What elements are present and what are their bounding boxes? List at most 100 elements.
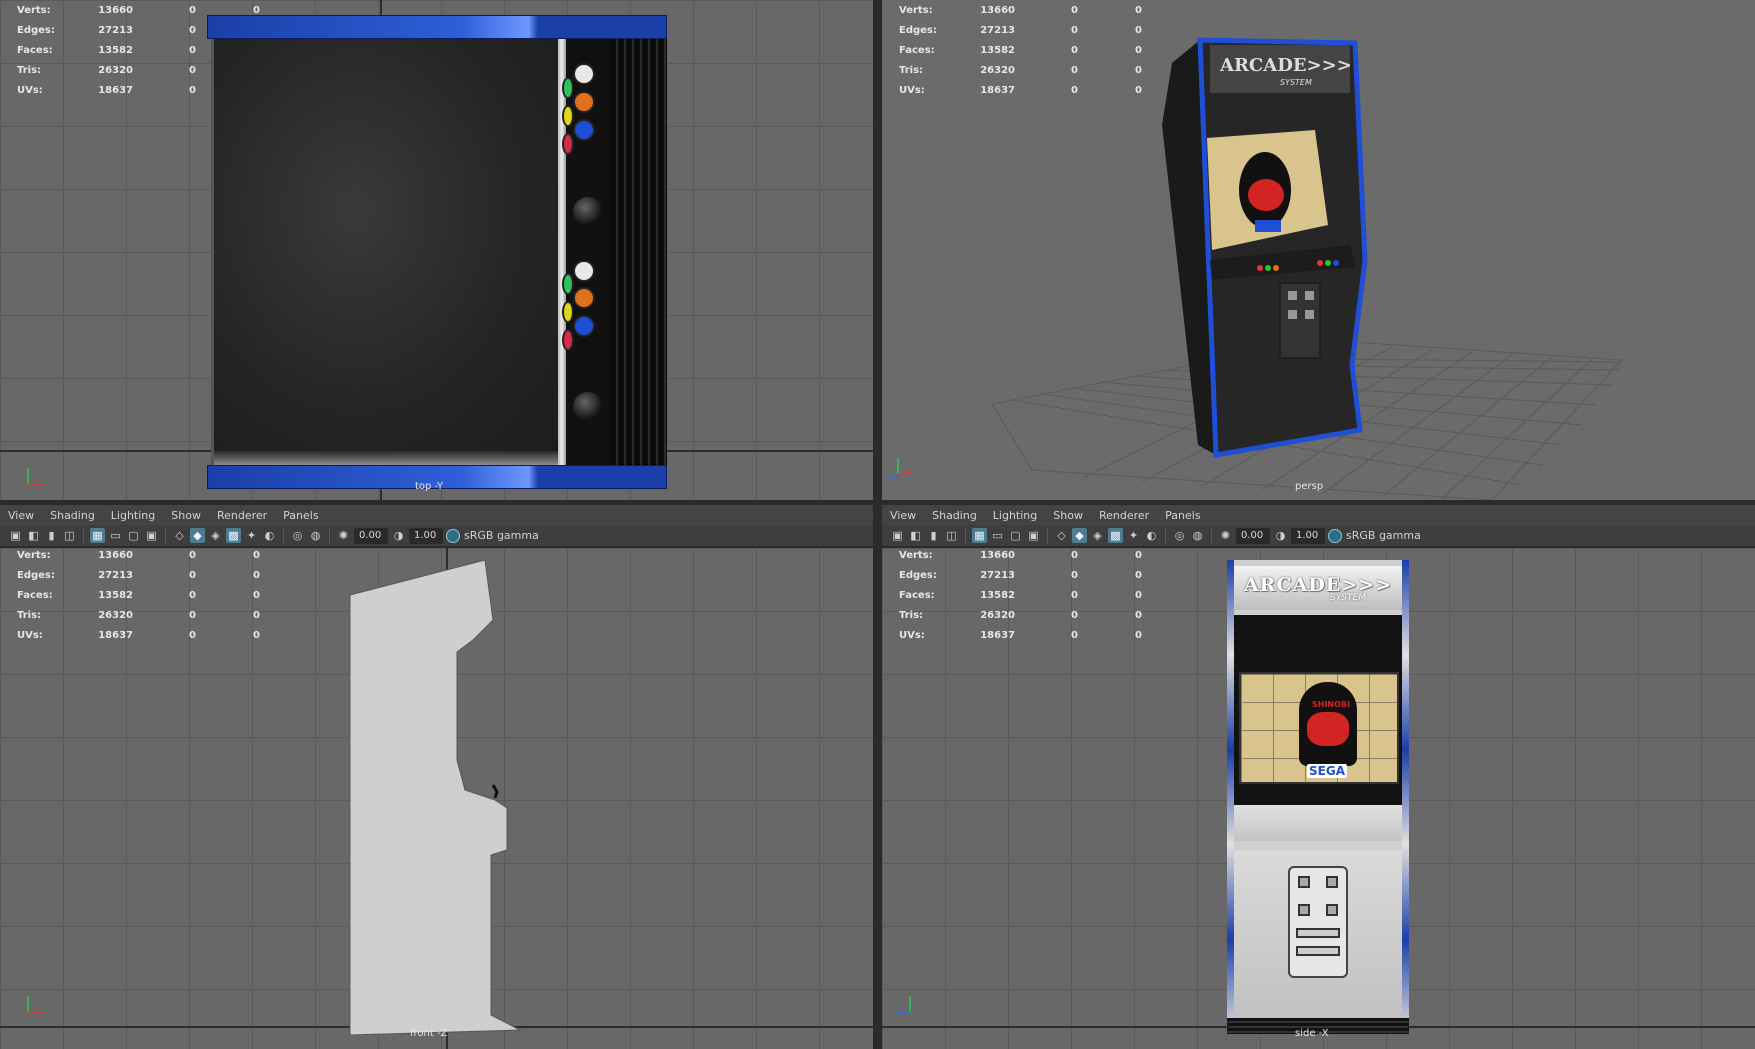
- button-white-2: [573, 260, 595, 282]
- menu-show[interactable]: Show: [171, 509, 201, 522]
- menubar-front: View Shading Lighting Show Renderer Pane…: [0, 505, 873, 526]
- button-yellow-2: [562, 301, 574, 323]
- button-blue-1: [573, 119, 595, 141]
- cabinet-top-panel: [211, 39, 567, 465]
- camera-attr-icon[interactable]: ◧: [26, 528, 41, 543]
- svg-text:SYSTEM: SYSTEM: [1280, 78, 1312, 87]
- button-orange-2: [573, 287, 595, 309]
- cabinet-top-view[interactable]: [207, 15, 667, 489]
- wireframe-on-shaded-icon[interactable]: ◈: [1090, 528, 1105, 543]
- film-gate-icon[interactable]: ▭: [990, 528, 1005, 543]
- exposure-icon[interactable]: ✺: [1218, 528, 1233, 543]
- smooth-shade-icon[interactable]: ◆: [1072, 528, 1087, 543]
- axis-gizmo-icon: [894, 996, 911, 1013]
- button-white-1: [573, 63, 595, 85]
- cabinet-side-view[interactable]: ARCADE>>> SYSTEM SHINOBI SEGA: [1227, 560, 1409, 1034]
- shadows-icon[interactable]: ◐: [1144, 528, 1159, 543]
- bookmark-icon[interactable]: ▮: [44, 528, 59, 543]
- menu-shading[interactable]: Shading: [932, 509, 977, 522]
- hud-stats-persp: Verts: 13660 0 0 Edges: 27213 0 0 Faces: 13582 0…: [899, 4, 1142, 96]
- menu-lighting[interactable]: Lighting: [993, 509, 1037, 522]
- camera-label-side: side -X: [1295, 1028, 1329, 1039]
- marquee: ARCADE>>> SYSTEM: [1234, 566, 1402, 610]
- toolbar-front: ▣ ◧ ▮ ◫ ▦ ▭ ▢ ▣ ◇ ◆ ◈ ▩ ✦ ◐ ◎ ◍ ✺ 0.00 ◑…: [0, 525, 873, 547]
- button-yellow-1: [562, 105, 574, 127]
- textured-icon[interactable]: ▩: [226, 528, 241, 543]
- textured-icon[interactable]: ▩: [1108, 528, 1123, 543]
- menu-panels[interactable]: Panels: [283, 509, 318, 522]
- smooth-shade-icon[interactable]: ◆: [190, 528, 205, 543]
- lighting-icon[interactable]: ✦: [244, 528, 259, 543]
- menu-view[interactable]: View: [8, 509, 34, 522]
- isolate-icon[interactable]: ◎: [1172, 528, 1187, 543]
- xray-icon[interactable]: ◍: [308, 528, 323, 543]
- cabinet-persp-model[interactable]: ARCADE>>> SYSTEM: [1150, 35, 1380, 485]
- camera-attr-icon[interactable]: ◧: [908, 528, 923, 543]
- cabinet-top-chrome-strip: [558, 39, 566, 465]
- exposure-field[interactable]: 0.00: [354, 527, 388, 544]
- hud-stats-front: Verts: 13660 0 0 Edges: 27213 0 0 Faces: 13582 0…: [17, 549, 260, 641]
- button-red-2: [562, 329, 574, 351]
- button-green-2: [562, 273, 574, 295]
- axis-gizmo-icon: [27, 468, 44, 485]
- camera-label-front: front -Z: [410, 1028, 448, 1039]
- joystick-2: [573, 392, 603, 422]
- cabinet-front-silhouette[interactable]: [345, 560, 525, 1035]
- grid-icon[interactable]: ▦: [972, 528, 987, 543]
- camera-icon[interactable]: ▣: [8, 528, 23, 543]
- lighting-icon[interactable]: ✦: [1126, 528, 1141, 543]
- screen: SHINOBI SEGA: [1239, 672, 1399, 784]
- cabinet-top-blue-trim: [207, 15, 667, 39]
- menu-lighting[interactable]: Lighting: [111, 509, 155, 522]
- safe-action-icon[interactable]: ▣: [144, 528, 159, 543]
- gamma-icon[interactable]: ◑: [391, 528, 406, 543]
- button-green-1: [562, 77, 574, 99]
- gamma-field[interactable]: 1.00: [1291, 527, 1325, 544]
- cabinet-top-side: [610, 39, 667, 465]
- wireframe-icon[interactable]: ◇: [172, 528, 187, 543]
- viewport-splitter-vertical[interactable]: [873, 0, 882, 1049]
- button-red-1: [562, 133, 574, 155]
- gamma-icon[interactable]: ◑: [1273, 528, 1288, 543]
- safe-action-icon[interactable]: ▣: [1026, 528, 1041, 543]
- axis-gizmo-icon: [889, 458, 913, 480]
- resolution-gate-icon[interactable]: ▢: [1008, 528, 1023, 543]
- colorspace-selector[interactable]: sRGB gamma: [446, 528, 539, 543]
- xray-icon[interactable]: ◍: [1190, 528, 1205, 543]
- coin-door: [1288, 866, 1348, 978]
- persp-marquee-text: ARCADE>>>: [1219, 55, 1352, 76]
- menu-show[interactable]: Show: [1053, 509, 1083, 522]
- resolution-gate-icon[interactable]: ▢: [126, 528, 141, 543]
- grid-icon[interactable]: ▦: [90, 528, 105, 543]
- menu-view[interactable]: View: [890, 509, 916, 522]
- menu-shading[interactable]: Shading: [50, 509, 95, 522]
- button-orange-1: [573, 91, 595, 113]
- film-gate-icon[interactable]: ▭: [108, 528, 123, 543]
- menubar-side: View Shading Lighting Show Renderer Pane…: [882, 505, 1755, 526]
- toolbar-side: ▣ ◧ ▮ ◫ ▦ ▭ ▢ ▣ ◇ ◆ ◈ ▩ ✦ ◐ ◎ ◍ ✺ 0.00 ◑…: [882, 525, 1755, 547]
- menu-panels[interactable]: Panels: [1165, 509, 1200, 522]
- wireframe-icon[interactable]: ◇: [1054, 528, 1069, 543]
- camera-icon[interactable]: ▣: [890, 528, 905, 543]
- gamma-field[interactable]: 1.00: [409, 527, 443, 544]
- button-blue-2: [573, 315, 595, 337]
- wireframe-on-shaded-icon[interactable]: ◈: [208, 528, 223, 543]
- image-plane-icon[interactable]: ◫: [944, 528, 959, 543]
- isolate-icon[interactable]: ◎: [290, 528, 305, 543]
- shadows-icon[interactable]: ◐: [262, 528, 277, 543]
- camera-label-top: top -Y: [415, 481, 444, 492]
- camera-label-persp: persp: [1295, 481, 1324, 492]
- colorspace-selector[interactable]: sRGB gamma: [1328, 528, 1421, 543]
- viewport-splitter-horizontal[interactable]: [0, 500, 1755, 505]
- hud-stats-side: Verts: 13660 0 0 Edges: 27213 0 0 Faces: 13582 0…: [899, 549, 1142, 641]
- menu-renderer[interactable]: Renderer: [217, 509, 267, 522]
- joystick-1: [573, 197, 603, 227]
- colorspace-icon: [446, 528, 460, 543]
- axis-gizmo-icon: [27, 996, 44, 1013]
- exposure-icon[interactable]: ✺: [336, 528, 351, 543]
- menu-renderer[interactable]: Renderer: [1099, 509, 1149, 522]
- exposure-field[interactable]: 0.00: [1236, 527, 1270, 544]
- image-plane-icon[interactable]: ◫: [62, 528, 77, 543]
- colorspace-icon: [1328, 528, 1342, 543]
- bookmark-icon[interactable]: ▮: [926, 528, 941, 543]
